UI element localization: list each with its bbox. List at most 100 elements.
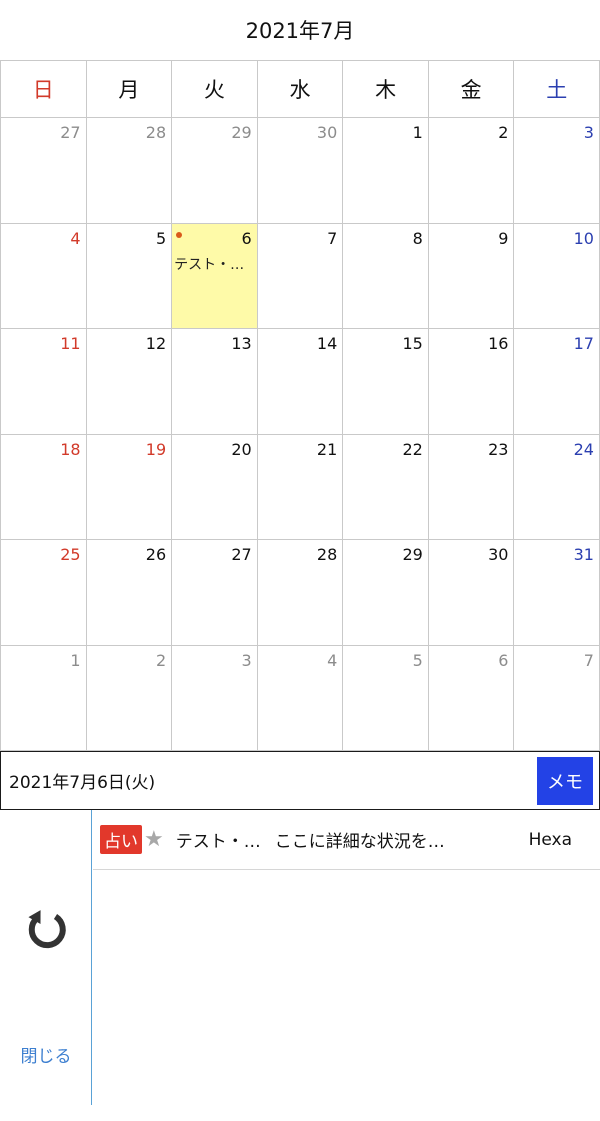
month-title: 2021年7月: [245, 19, 355, 43]
calendar-day[interactable]: 3: [514, 118, 600, 224]
day-number: 12: [145, 334, 167, 353]
day-event-label: テスト・…: [174, 256, 245, 273]
calendar-day[interactable]: 30: [257, 118, 344, 224]
calendar-day[interactable]: 22: [343, 434, 429, 540]
calendar-day[interactable]: 20: [172, 434, 258, 540]
refresh-icon[interactable]: [24, 907, 68, 951]
calendar-day[interactable]: 17: [514, 329, 600, 435]
day-number: 4: [70, 228, 81, 248]
day-number: 30: [488, 545, 509, 564]
entry-detail: ここに詳細な状況を…: [274, 832, 445, 852]
calendar-day[interactable]: 8: [343, 223, 429, 329]
memo-button[interactable]: メモ: [537, 756, 593, 805]
entry-list: 占い ★ テスト・… ここに詳細な状況を… Hexa: [93, 810, 600, 1105]
calendar-day[interactable]: 1: [343, 118, 429, 224]
day-number: 16: [488, 334, 509, 353]
category-badge: 占い: [100, 825, 142, 854]
day-number: 3: [241, 650, 252, 670]
weekday-sun: 日: [1, 61, 87, 118]
calendar-day[interactable]: 19: [86, 434, 173, 540]
day-number: 27: [231, 545, 252, 564]
weekday-mon: 月: [86, 61, 173, 118]
calendar-day[interactable]: 10: [514, 223, 600, 329]
calendar-day[interactable]: 1: [1, 645, 87, 751]
calendar-day[interactable]: 29: [172, 118, 258, 224]
day-number: 25: [60, 545, 81, 564]
calendar-day[interactable]: 6 テスト・…: [172, 223, 258, 329]
day-number: 11: [60, 334, 81, 353]
day-number: 26: [145, 545, 167, 564]
calendar-week: 11 12 13 14 15 16 17: [1, 329, 600, 435]
calendar-day[interactable]: 21: [257, 434, 344, 540]
calendar-app: 2021年7月 日 月 火 水 木 金 土 27 28 29 30 1 2 3 4 5 6 テスト・…: [0, 0, 600, 1121]
weekday-thu: 木: [343, 61, 429, 118]
weekday-header: 日 月 火 水 木 金 土: [0, 60, 600, 118]
calendar-day[interactable]: 9: [428, 223, 515, 329]
calendar-day[interactable]: 6: [428, 645, 515, 751]
calendar-day[interactable]: 28: [86, 118, 173, 224]
calendar-day[interactable]: 29: [343, 540, 429, 646]
day-number: 13: [231, 334, 252, 353]
calendar-day[interactable]: 7: [514, 645, 600, 751]
list-item[interactable]: 占い ★ テスト・… ここに詳細な状況を… Hexa: [93, 810, 600, 870]
day-number: 6: [498, 650, 509, 670]
calendar-day[interactable]: 30: [428, 540, 515, 646]
day-number: 31: [573, 545, 594, 564]
calendar-day[interactable]: 23: [428, 434, 515, 540]
event-dot-icon: [176, 231, 183, 238]
day-number: 28: [316, 545, 338, 564]
day-number: 28: [145, 123, 167, 142]
day-number: 6: [241, 228, 252, 248]
calendar-day[interactable]: 5: [86, 223, 173, 329]
weekday-sat: 土: [514, 61, 600, 118]
calendar-day[interactable]: 15: [343, 329, 429, 435]
calendar-day[interactable]: 26: [86, 540, 173, 646]
day-number: 4: [327, 650, 338, 670]
calendar-day[interactable]: 27: [172, 540, 258, 646]
day-number: 5: [155, 228, 167, 248]
calendar-day[interactable]: 31: [514, 540, 600, 646]
side-pane: 閉じる: [0, 810, 92, 1105]
calendar-weeks: 27 28 29 30 1 2 3 4 5 6 テスト・… 7 8 9 10 11 12 13 14 15 16 17 18…: [0, 118, 600, 751]
day-number: 15: [402, 334, 423, 353]
entry-source: Hexa: [528, 829, 572, 850]
close-link[interactable]: 閉じる: [0, 1042, 92, 1067]
calendar-day[interactable]: 4: [1, 223, 87, 329]
day-number: 29: [231, 123, 252, 142]
calendar-week: 1 2 3 4 5 6 7: [1, 645, 600, 751]
calendar-day[interactable]: 2: [86, 645, 173, 751]
calendar-day[interactable]: 7: [257, 223, 344, 329]
calendar-day[interactable]: 28: [257, 540, 344, 646]
calendar-day[interactable]: 5: [343, 645, 429, 751]
calendar-day[interactable]: 27: [1, 118, 87, 224]
calendar-day[interactable]: 24: [514, 434, 600, 540]
day-number: 2: [155, 650, 167, 670]
calendar-day[interactable]: 12: [86, 329, 173, 435]
refresh-icon-graphic: [28, 910, 66, 949]
calendar-day[interactable]: 11: [1, 329, 87, 435]
day-number: 7: [327, 228, 338, 248]
calendar-day[interactable]: 16: [428, 329, 515, 435]
day-number: 17: [573, 334, 594, 353]
star-icon[interactable]: ★: [144, 827, 164, 852]
calendar-day[interactable]: 14: [257, 329, 344, 435]
calendar-grid: 日 月 火 水 木 金 土 27 28 29 30 1 2 3 4 5 6 テスト・… 7 8 9 10 11…: [0, 60, 600, 751]
calendar-day[interactable]: 25: [1, 540, 87, 646]
calendar-week: 27 28 29 30 1 2 3: [1, 118, 600, 224]
selected-date-label: 2021年7月6日(火): [9, 773, 156, 793]
day-number: 19: [145, 439, 167, 459]
day-number: 23: [488, 439, 509, 459]
day-number: 30: [316, 123, 338, 142]
day-number: 5: [412, 650, 423, 670]
calendar-day[interactable]: 2: [428, 118, 515, 224]
day-number: 18: [60, 439, 81, 459]
calendar-day[interactable]: 4: [257, 645, 344, 751]
calendar-day[interactable]: 18: [1, 434, 87, 540]
day-number: 14: [316, 334, 338, 353]
day-number: 24: [573, 439, 594, 459]
selected-date-bar: 2021年7月6日(火) メモ: [0, 751, 600, 810]
day-number: 20: [231, 439, 252, 459]
weekday-wed: 水: [257, 61, 344, 118]
calendar-day[interactable]: 13: [172, 329, 258, 435]
calendar-day[interactable]: 3: [172, 645, 258, 751]
